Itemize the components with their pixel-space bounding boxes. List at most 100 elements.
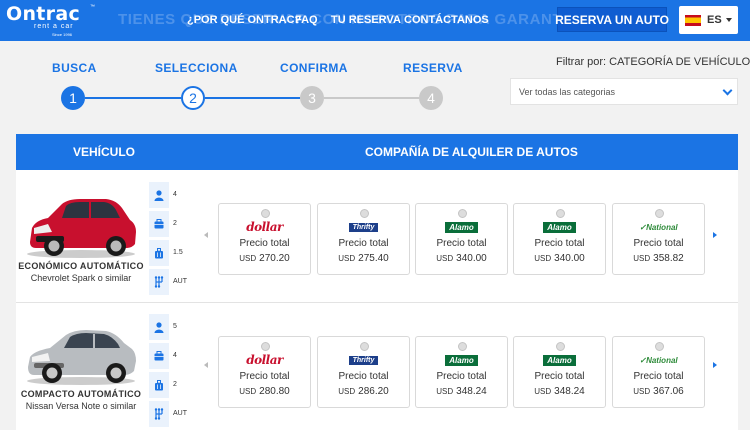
price-currency: USD [338, 387, 356, 396]
feature-item: 1.5 [149, 240, 184, 266]
category-filter-select[interactable]: Ver todas las categorias [510, 78, 738, 105]
reserve-car-button[interactable]: RESERVA UN AUTO [555, 7, 669, 32]
alamo-logo: Alamo [543, 354, 576, 366]
rate-card[interactable]: dollar Precio total USD 280.80 [218, 336, 311, 408]
language-selector[interactable]: ES [679, 6, 738, 34]
feature-value: 2 [173, 220, 177, 227]
total-price: USD 348.24 [514, 386, 605, 397]
rate-radio[interactable] [556, 342, 565, 351]
feature-item: 2 [149, 372, 184, 398]
rate-radio[interactable] [458, 342, 467, 351]
rate-card[interactable]: Alamo Precio total USD 348.24 [513, 336, 606, 408]
thrifty-logo: Thrifty [348, 355, 379, 365]
total-price: USD 367.06 [613, 386, 704, 397]
price-currency: USD [534, 254, 552, 263]
language-code: ES [707, 14, 722, 26]
page: Ontrac ™ rent a car Since 1996 TIENES QU… [0, 0, 750, 430]
price-currency: USD [436, 387, 454, 396]
nav-contact[interactable]: CONTÁCTANOS [404, 14, 489, 26]
step-circle-4: 4 [419, 86, 443, 110]
car-category: ECONÓMICO AUTOMÁTICO [18, 261, 144, 271]
step-label-1: BUSCA [52, 61, 97, 75]
price-amount: 275.40 [358, 253, 389, 264]
nav-faq[interactable]: FAQ [295, 14, 318, 26]
person-icon [149, 314, 169, 340]
rate-card[interactable]: Alamo Precio total USD 340.00 [513, 203, 606, 275]
price-amount: 286.20 [358, 386, 389, 397]
company-logo: Alamo [416, 353, 507, 367]
alamo-logo: Alamo [445, 221, 478, 233]
trademark-mark: ™ [90, 4, 95, 10]
rate-radio[interactable] [458, 209, 467, 218]
next-arrow-icon[interactable] [713, 362, 717, 368]
price-amount: 280.80 [259, 386, 290, 397]
price-amount: 340.00 [554, 253, 585, 264]
feature-value: AUT [173, 278, 187, 285]
price-amount: 340.00 [456, 253, 487, 264]
feature-item: 2 [149, 211, 184, 237]
feature-item: AUT [149, 401, 187, 427]
step-circle-1[interactable]: 1 [61, 86, 85, 110]
feature-item: AUT [149, 269, 187, 295]
price-amount: 270.20 [259, 253, 290, 264]
car-model: Nissan Versa Note o similar [25, 401, 137, 411]
nav-your-reservation[interactable]: TU RESERVA [331, 14, 401, 26]
rate-radio[interactable] [261, 342, 270, 351]
step-circle-2[interactable]: 2 [181, 86, 205, 110]
national-logo: ✓National [639, 222, 678, 232]
rate-radio[interactable] [261, 209, 270, 218]
small-bag-icon [149, 343, 169, 369]
step-label-3: CONFIRMA [280, 61, 348, 75]
rate-radio[interactable] [556, 209, 565, 218]
rate-radio[interactable] [360, 342, 369, 351]
feature-value: 4 [173, 191, 177, 198]
rate-card[interactable]: dollar Precio total USD 270.20 [218, 203, 311, 275]
rate-radio[interactable] [360, 209, 369, 218]
suitcase-icon [149, 372, 169, 398]
feature-item: 4 [149, 343, 184, 369]
price-currency: USD [633, 254, 651, 263]
price-label: Precio total [338, 371, 389, 382]
dollar-logo: dollar [246, 220, 283, 234]
rate-card[interactable]: Thrifty Precio total USD 275.40 [317, 203, 410, 275]
car-model: Chevrolet Spark o similar [30, 273, 132, 283]
vehicle-row: ECONÓMICO AUTOMÁTICO Chevrolet Spark o si… [16, 170, 738, 302]
rate-card[interactable]: ✓National Precio total USD 367.06 [612, 336, 705, 408]
ontrac-logo[interactable]: Ontrac ™ rent a car Since 1996 [6, 3, 98, 39]
feature-value: AUT [173, 410, 187, 417]
rate-card[interactable]: Thrifty Precio total USD 286.20 [317, 336, 410, 408]
rate-card[interactable]: ✓National Precio total USD 358.82 [612, 203, 705, 275]
feature-value: 4 [173, 352, 177, 359]
total-price: USD 340.00 [416, 253, 507, 264]
total-price: USD 348.24 [416, 386, 507, 397]
company-logo: Alamo [416, 220, 507, 234]
car-image [22, 190, 140, 260]
filter-label: Filtrar por: CATEGORÍA DE VEHÍCULOS [556, 56, 750, 68]
price-label: Precio total [239, 371, 290, 382]
header-rental-company: COMPAÑÍA DE ALQUILER DE AUTOS [365, 145, 578, 159]
total-price: USD 280.80 [219, 386, 310, 397]
company-logo: dollar [219, 220, 310, 234]
rate-radio[interactable] [655, 209, 664, 218]
company-logo: Thrifty [318, 220, 409, 234]
person-icon [149, 182, 169, 208]
rate-card[interactable]: Alamo Precio total USD 348.24 [415, 336, 508, 408]
caret-down-icon [725, 18, 732, 22]
vehicle-row: COMPACTO AUTOMÁTICO Nissan Versa Note o s… [16, 303, 738, 430]
total-price: USD 275.40 [318, 253, 409, 264]
rate-card[interactable]: Alamo Precio total USD 340.00 [415, 203, 508, 275]
prev-arrow-icon[interactable] [204, 232, 208, 238]
thrifty-logo: Thrifty [348, 222, 379, 232]
company-logo: ✓National [613, 220, 704, 234]
price-currency: USD [633, 387, 651, 396]
rate-radio[interactable] [655, 342, 664, 351]
chevron-down-icon [722, 85, 733, 96]
small-bag-icon [149, 211, 169, 237]
gearshift-icon [149, 269, 169, 295]
top-navbar: Ontrac ™ rent a car Since 1996 TIENES QU… [0, 0, 750, 41]
alamo-logo: Alamo [445, 354, 478, 366]
next-arrow-icon[interactable] [713, 232, 717, 238]
nav-why-ontrac[interactable]: ¿POR QUÉ ONTRAC? [187, 14, 301, 26]
category-filter-value: Ver todas las categorias [519, 86, 616, 97]
prev-arrow-icon[interactable] [204, 362, 208, 368]
